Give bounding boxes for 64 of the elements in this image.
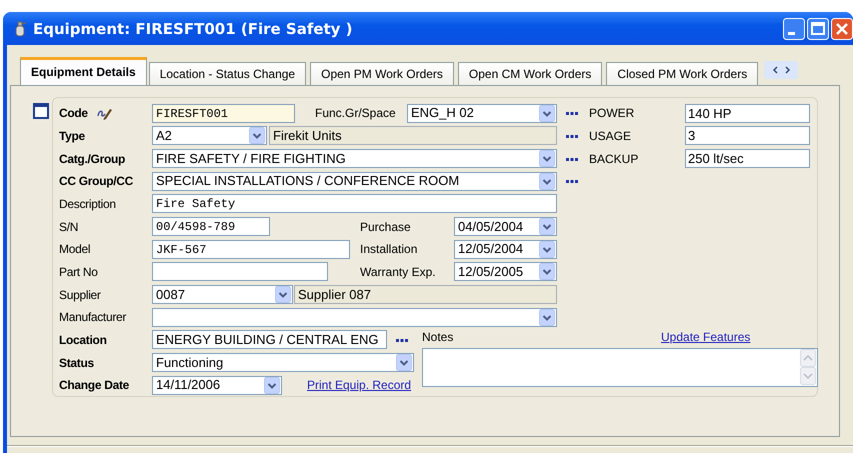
- field-label: Catg./Group: [59, 152, 126, 166]
- field-label: Warranty Exp.: [360, 264, 437, 279]
- text-field[interactable]: 3: [685, 126, 810, 146]
- field-label: Status: [59, 356, 94, 370]
- window-icon[interactable]: [33, 103, 49, 119]
- text-field[interactable]: FIRESFT001: [152, 104, 295, 123]
- text-field[interactable]: 140 HP: [685, 104, 810, 123]
- dropdown[interactable]: ENG_H 02: [407, 104, 557, 123]
- date-picker[interactable]: 12/05/2005: [454, 262, 557, 282]
- field-label: USAGE: [589, 128, 632, 143]
- field-label: Part No: [59, 264, 98, 279]
- ellipsis-icon[interactable]: [565, 156, 579, 162]
- field-label: POWER: [589, 106, 636, 120]
- date-picker[interactable]: 12/05/2004: [454, 240, 557, 259]
- tab[interactable]: Equipment Details: [20, 57, 147, 85]
- dropdown[interactable]: Functioning: [152, 353, 414, 372]
- field-label: Supplier: [59, 288, 101, 302]
- tab[interactable]: Open PM Work Orders: [310, 62, 454, 85]
- text-field[interactable]: [152, 262, 328, 282]
- dropdown[interactable]: [152, 308, 557, 327]
- tab[interactable]: Location - Status Change: [148, 62, 306, 85]
- dropdown[interactable]: FIRE SAFETY / FIRE FIGHTING: [152, 149, 557, 168]
- link[interactable]: Print Equip. Record: [307, 378, 412, 392]
- dropdown[interactable]: 0087: [152, 285, 293, 304]
- extinguisher-icon: [13, 20, 27, 36]
- notes-field[interactable]: [422, 348, 818, 387]
- text-field[interactable]: 250 lt/sec: [685, 149, 810, 168]
- text-field[interactable]: JKF-567: [152, 240, 350, 259]
- tab[interactable]: Closed PM Work Orders: [606, 62, 758, 85]
- scroll-arrows-icon[interactable]: [764, 61, 798, 79]
- field-label: Code: [59, 106, 88, 120]
- field-label: Func.Gr/Space: [315, 106, 397, 120]
- field-label: Model: [59, 242, 90, 256]
- field-label: Purchase: [360, 220, 412, 234]
- field-label: BACKUP: [589, 152, 640, 166]
- date-picker[interactable]: 04/05/2004: [454, 217, 557, 236]
- tab[interactable]: Open CM Work Orders: [458, 62, 602, 85]
- field-label: S/N: [59, 220, 78, 234]
- field-label: Manufacturer: [59, 310, 126, 324]
- close-icon[interactable]: [831, 18, 853, 40]
- field-label: Location: [59, 332, 107, 347]
- maximize-icon[interactable]: [807, 18, 829, 40]
- field-label: Type: [59, 128, 85, 143]
- field-label: Notes: [422, 330, 454, 344]
- field-label: Installation: [360, 242, 418, 256]
- field-label: Change Date: [59, 378, 130, 392]
- date-picker[interactable]: 14/11/2006: [152, 376, 282, 395]
- dropdown[interactable]: A2: [152, 126, 267, 146]
- text-field[interactable]: ENERGY BUILDING / CENTRAL ENG: [152, 330, 387, 350]
- text-field[interactable]: Fire Safety: [152, 194, 557, 214]
- readonly-field: Firekit Units: [269, 126, 557, 146]
- link[interactable]: Update Features: [661, 330, 750, 344]
- ellipsis-icon[interactable]: [565, 178, 579, 184]
- field-label: Description: [59, 196, 116, 211]
- window-title: Equipment: FIRESFT001 (Fire Safety ): [33, 20, 353, 38]
- field-label: CC Group/CC: [59, 174, 134, 188]
- text-field[interactable]: 00/4598-789: [152, 217, 270, 236]
- ellipsis-icon[interactable]: [565, 110, 579, 116]
- pencil-icon[interactable]: [96, 106, 112, 120]
- minimize-icon[interactable]: [783, 18, 805, 40]
- ellipsis-icon[interactable]: [395, 336, 409, 343]
- dropdown[interactable]: SPECIAL INSTALLATIONS / CONFERENCE ROOM: [152, 172, 557, 191]
- readonly-field: Supplier 087: [294, 285, 557, 304]
- ellipsis-icon[interactable]: [565, 132, 579, 139]
